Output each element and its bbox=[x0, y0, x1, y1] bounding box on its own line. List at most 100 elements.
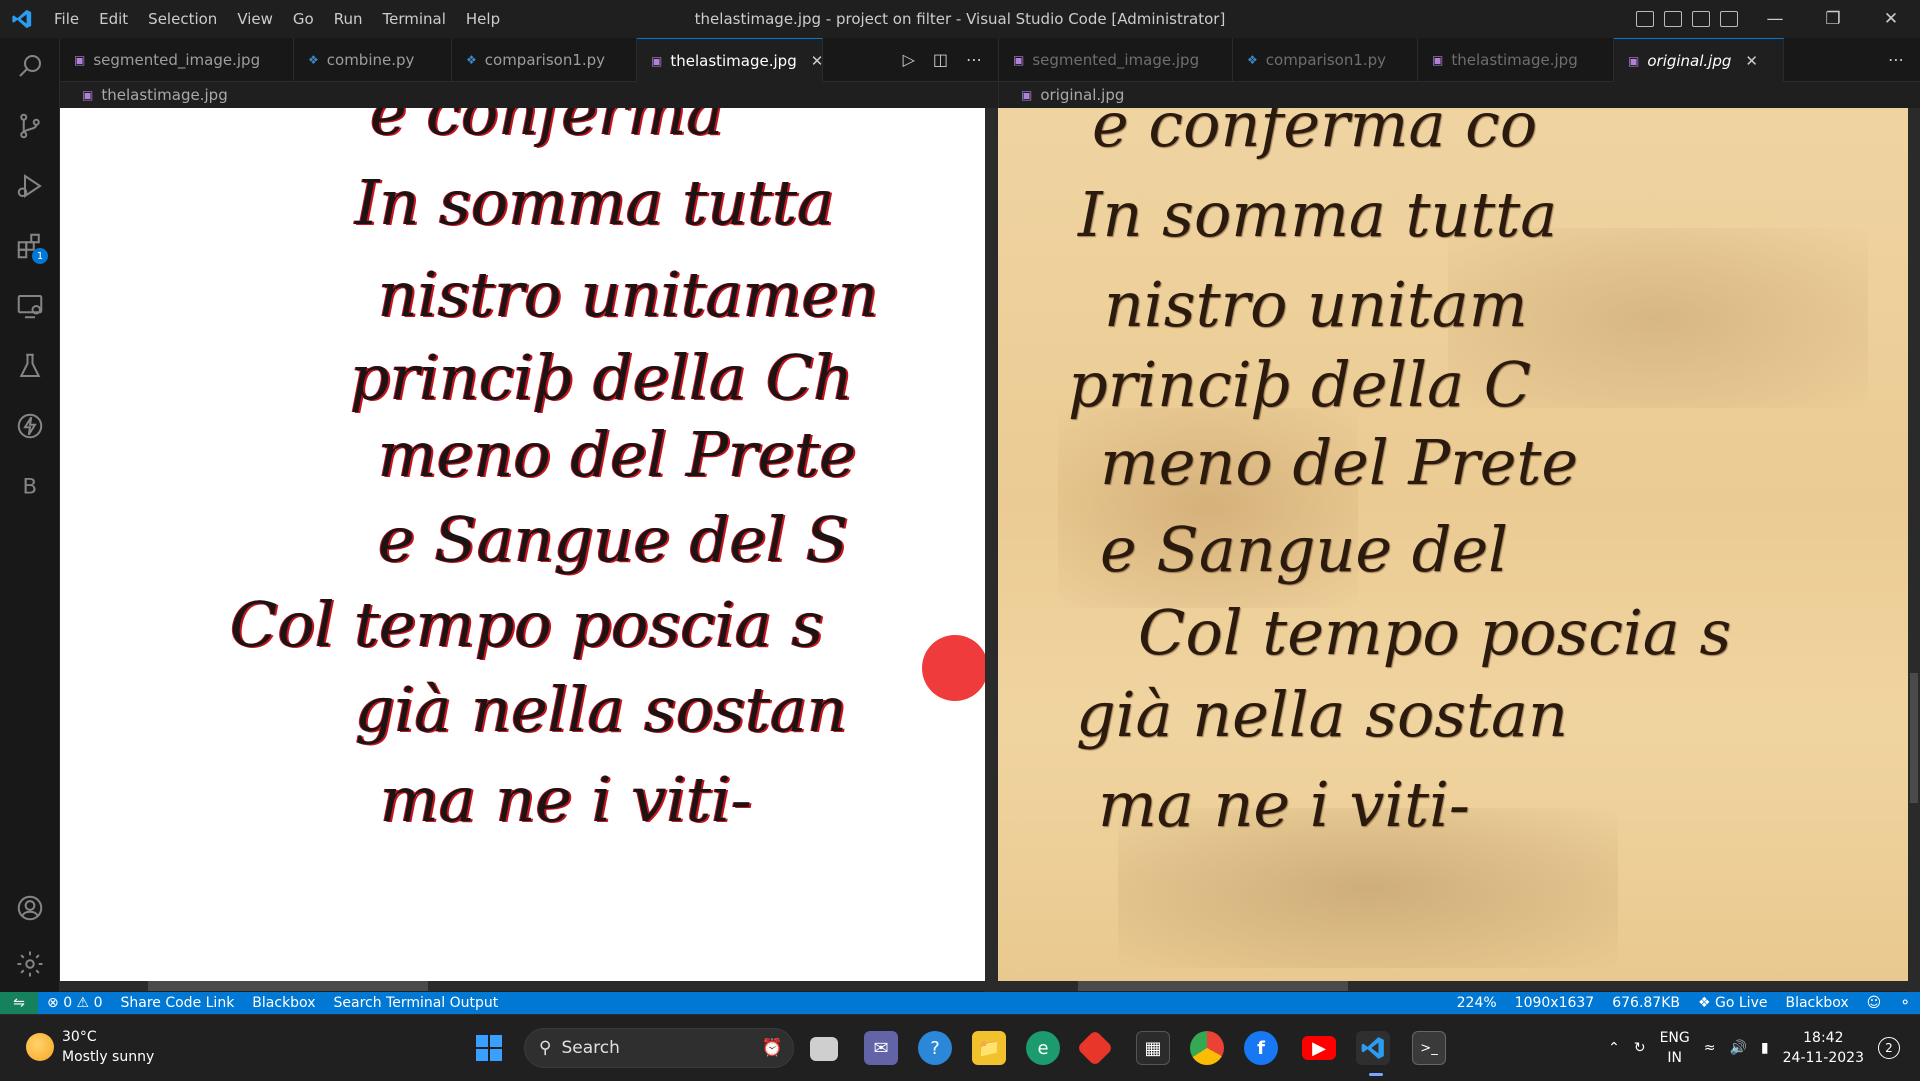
status-bar: ⇋ ⊗ 0 ⚠ 0 Share Code Link Blackbox Searc… bbox=[0, 992, 1920, 1014]
python-icon: ❖ bbox=[466, 53, 477, 67]
more-actions-icon[interactable]: ⋯ bbox=[1888, 50, 1904, 69]
teams-icon[interactable]: ✉ bbox=[864, 1031, 898, 1065]
more-actions-icon[interactable]: ⋯ bbox=[966, 50, 982, 69]
run-debug-icon[interactable] bbox=[0, 158, 60, 214]
toggle-panel-icon[interactable] bbox=[1664, 11, 1682, 27]
customize-layout-icon[interactable] bbox=[1720, 11, 1738, 27]
right-horizontal-scrollbar[interactable] bbox=[998, 981, 1908, 991]
windows-taskbar: 30°C Mostly sunny ⚲ Search ⏰ ✉ ? 📁 e ▦ f… bbox=[0, 1014, 1920, 1080]
anydesk-icon[interactable] bbox=[1076, 1029, 1114, 1067]
breadcrumb: ▣ thelastimage.jpg bbox=[60, 82, 998, 108]
menu-help[interactable]: Help bbox=[456, 0, 510, 38]
menu-edit[interactable]: Edit bbox=[89, 0, 138, 38]
windows-start-icon[interactable] bbox=[472, 1031, 506, 1065]
toggle-secondary-sidebar-icon[interactable] bbox=[1692, 11, 1710, 27]
lightning-icon[interactable] bbox=[0, 398, 60, 454]
terminal-icon[interactable]: >_ bbox=[1412, 1031, 1446, 1065]
run-file-icon[interactable]: ▷ bbox=[903, 50, 915, 69]
handwriting-line: princiþ della C bbox=[1068, 348, 1532, 421]
testing-flask-icon[interactable] bbox=[0, 338, 60, 394]
menu-terminal[interactable]: Terminal bbox=[373, 0, 456, 38]
help-icon[interactable]: ? bbox=[918, 1031, 952, 1065]
restore-button[interactable]: ❐ bbox=[1804, 0, 1862, 38]
menu-go[interactable]: Go bbox=[283, 0, 324, 38]
menu-selection[interactable]: Selection bbox=[138, 0, 227, 38]
left-horizontal-scrollbar[interactable] bbox=[60, 981, 985, 991]
menu-run[interactable]: Run bbox=[324, 0, 373, 38]
zoom-level[interactable]: 224% bbox=[1448, 995, 1506, 1011]
chevron-up-icon[interactable]: ⌃ bbox=[1608, 1040, 1620, 1056]
right-vertical-scrollbar[interactable] bbox=[1908, 108, 1920, 992]
close-tab-icon[interactable]: ✕ bbox=[1745, 52, 1758, 70]
taskbar-search[interactable]: ⚲ Search ⏰ bbox=[524, 1028, 794, 1068]
tab-combine-py[interactable]: ❖ combine.py bbox=[294, 38, 452, 82]
weather-widget[interactable]: 30°C Mostly sunny bbox=[26, 1027, 154, 1067]
remote-explorer-icon[interactable] bbox=[0, 278, 60, 334]
settings-gear-icon[interactable] bbox=[0, 936, 60, 992]
wifi-icon[interactable]: ≈ bbox=[1704, 1040, 1716, 1056]
toggle-primary-sidebar-icon[interactable] bbox=[1636, 11, 1654, 27]
image-icon: ▣ bbox=[1021, 88, 1033, 102]
tab-thelastimage-right[interactable]: ▣ thelastimage.jpg bbox=[1418, 38, 1614, 82]
sun-icon bbox=[26, 1033, 54, 1061]
youtube-icon[interactable]: ▶ bbox=[1302, 1036, 1336, 1060]
battery-icon[interactable]: ▮ bbox=[1761, 1040, 1769, 1056]
tab-segmented-image-right[interactable]: ▣ segmented_image.jpg bbox=[999, 38, 1233, 82]
tab-comparison1-py[interactable]: ❖ comparison1.py bbox=[452, 38, 637, 82]
image-icon: ▣ bbox=[1013, 53, 1025, 67]
language-indicator[interactable]: ENG IN bbox=[1660, 1028, 1690, 1068]
sync-icon[interactable]: ↻ bbox=[1634, 1040, 1646, 1056]
microsoft-store-icon[interactable]: ▦ bbox=[1136, 1031, 1170, 1065]
handwriting-line: e Sangue del S bbox=[378, 503, 849, 576]
weather-temp: 30°C bbox=[62, 1029, 97, 1045]
tab-original[interactable]: ▣ original.jpg ✕ bbox=[1614, 38, 1784, 82]
source-control-icon[interactable] bbox=[0, 98, 60, 154]
tab-comparison1-py-right[interactable]: ❖ comparison1.py bbox=[1233, 38, 1418, 82]
vscode-taskbar-icon[interactable] bbox=[1356, 1031, 1390, 1065]
minimize-button[interactable]: — bbox=[1746, 0, 1804, 38]
image-icon: ▣ bbox=[74, 53, 86, 67]
handwriting-line: Col tempo poscia s bbox=[230, 588, 824, 661]
chrome-icon[interactable] bbox=[1190, 1031, 1224, 1065]
handwriting-line: e conferma co bbox=[1092, 108, 1538, 161]
task-view-icon[interactable] bbox=[810, 1037, 838, 1061]
handwriting-line: princiþ della Ch bbox=[350, 341, 854, 414]
close-tab-icon[interactable]: ✕ bbox=[811, 52, 824, 70]
menu-file[interactable]: File bbox=[44, 0, 89, 38]
share-code-link[interactable]: Share Code Link bbox=[111, 995, 243, 1011]
notification-count[interactable]: 2 bbox=[1878, 1037, 1900, 1059]
left-vertical-scrollbar[interactable] bbox=[985, 108, 998, 992]
handwriting-line: meno del Prete bbox=[1100, 426, 1579, 499]
edge-icon[interactable]: e bbox=[1026, 1031, 1060, 1065]
extensions-icon[interactable]: 1 bbox=[0, 218, 60, 274]
blackbox-right-status[interactable]: Blackbox bbox=[1776, 995, 1857, 1011]
close-window-button[interactable]: ✕ bbox=[1862, 0, 1920, 38]
volume-icon[interactable]: 🔊 bbox=[1729, 1040, 1746, 1056]
clock[interactable]: 18:42 24-11-2023 bbox=[1783, 1028, 1864, 1068]
handwriting-line: ma ne i viti- bbox=[380, 763, 752, 836]
file-explorer-icon[interactable]: 📁 bbox=[972, 1031, 1006, 1065]
feedback-icon[interactable]: ☺ bbox=[1858, 995, 1891, 1011]
handwriting-line: e conferma bbox=[370, 108, 724, 149]
facebook-icon[interactable]: f bbox=[1244, 1031, 1278, 1065]
go-live-button[interactable]: ❖ Go Live bbox=[1689, 995, 1776, 1011]
menu-view[interactable]: View bbox=[227, 0, 283, 38]
segmented-image-view[interactable]: e conferma In somma tutta nistro unitamen p… bbox=[60, 108, 985, 981]
layout-controls bbox=[1636, 0, 1738, 38]
handwriting-line: nistro unitamen bbox=[378, 258, 879, 331]
tab-thelastimage[interactable]: ▣ thelastimage.jpg ✕ bbox=[637, 38, 823, 82]
blackbox-icon[interactable]: B bbox=[0, 458, 60, 514]
notifications-bell-icon[interactable]: ⚬ bbox=[1890, 995, 1920, 1011]
split-editor-icon[interactable]: ◫ bbox=[933, 50, 948, 69]
remote-indicator-icon[interactable]: ⇋ bbox=[0, 992, 38, 1014]
tab-segmented-image[interactable]: ▣ segmented_image.jpg bbox=[60, 38, 294, 82]
blackbox-status[interactable]: Blackbox bbox=[243, 995, 324, 1011]
accounts-icon[interactable] bbox=[0, 880, 60, 936]
weather-desc: Mostly sunny bbox=[62, 1049, 155, 1065]
problems-indicator[interactable]: ⊗ 0 ⚠ 0 bbox=[38, 995, 111, 1011]
handwriting-line: nistro unitam bbox=[1104, 268, 1528, 341]
original-image-view[interactable]: e conferma co In somma tutta nistro unitam… bbox=[998, 108, 1908, 981]
explorer-search-icon[interactable] bbox=[0, 38, 60, 94]
editor-actions-right: ⋯ bbox=[1888, 38, 1920, 81]
search-terminal-output[interactable]: Search Terminal Output bbox=[324, 995, 507, 1011]
